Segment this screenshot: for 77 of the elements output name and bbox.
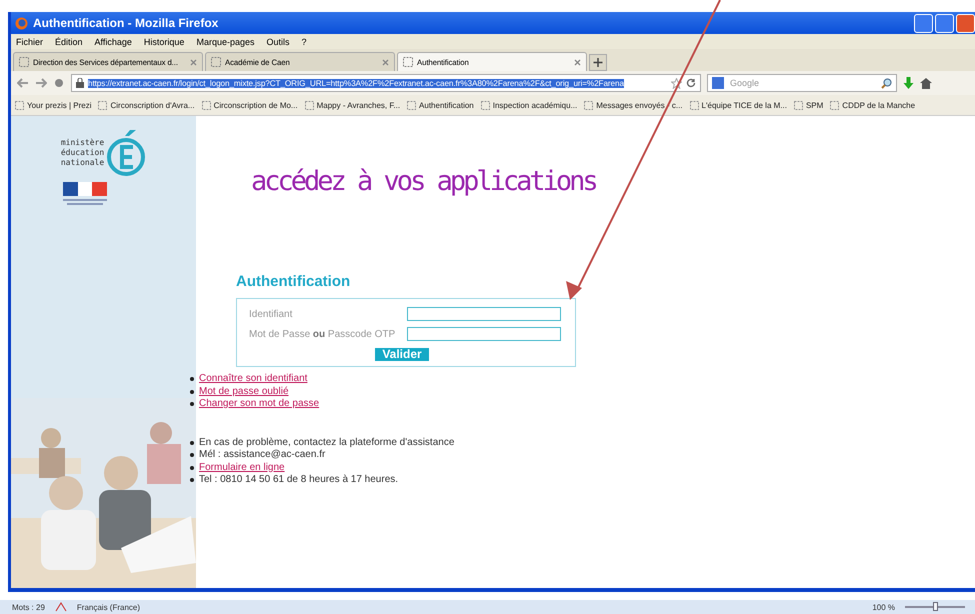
menu-item[interactable]: Fichier	[16, 36, 44, 46]
page-icon	[403, 57, 413, 67]
help-text: Mél : assistance@ac-caen.fr	[199, 449, 326, 462]
close-button[interactable]	[956, 14, 975, 32]
menu-item[interactable]: Historique	[144, 36, 184, 46]
bullet-icon	[190, 440, 194, 445]
bookmark-icon	[407, 100, 416, 110]
language-label[interactable]: Français (France)	[76, 602, 140, 612]
input-field[interactable]	[407, 307, 561, 321]
bookmark-item[interactable]: Circonscription d'Avra...	[98, 100, 195, 110]
spellcheck-icon[interactable]	[54, 602, 67, 612]
link[interactable]: Changer son mot de passe	[199, 398, 320, 410]
logo-e-icon	[106, 130, 146, 176]
page-icon	[19, 57, 29, 67]
bookmark-item[interactable]: L'équipe TICE de la M...	[690, 100, 787, 110]
close-tab-icon[interactable]	[574, 58, 581, 66]
bullet-icon	[190, 390, 194, 394]
search-field[interactable]: Google	[707, 74, 897, 92]
bookmark-icon	[584, 100, 594, 110]
menu-item[interactable]: Outils	[266, 36, 290, 46]
address-field[interactable]: https://extranet.ac-caen.fr/login/ct_logon_mixte.jsp?CT_ORIG_URL=http%3A%2F%2Fextranet.ac-caen.fr%3A80%2Farena%2F&ct_orig_uri=%2Farena	[71, 74, 701, 92]
reload-icon[interactable]	[686, 78, 696, 88]
bookmark-item[interactable]: CDDP de la Manche	[830, 100, 916, 110]
bullet-icon	[190, 402, 194, 406]
word-count: Mots : 29	[12, 602, 45, 612]
home-icon[interactable]	[920, 78, 932, 88]
help-text: En cas de problème, contactez la plateforme d'assistance	[199, 436, 454, 449]
headline: accédez à vos applications	[251, 166, 597, 197]
menu-item[interactable]: Affichage	[94, 36, 132, 46]
new-tab-icon[interactable]	[589, 54, 607, 71]
close-tab-icon[interactable]	[382, 58, 389, 66]
zoom-slider-thumb[interactable]	[933, 602, 938, 611]
bookmark-item[interactable]: Circonscription de Mo...	[202, 100, 298, 110]
help-text: Tel : 0810 14 50 61 de 8 heures à 17 heures.	[199, 474, 398, 486]
bullet-icon	[190, 466, 194, 470]
form-title: Authentification	[236, 273, 352, 290]
back-icon[interactable]	[17, 78, 29, 88]
field-label: Identifiant	[249, 308, 294, 320]
bookmark-item[interactable]: SPM	[794, 100, 824, 110]
bullet-icon	[190, 377, 194, 382]
link[interactable]: Formulaire en ligne	[199, 462, 285, 474]
bookmark-icon	[690, 100, 699, 110]
input-field[interactable]	[407, 327, 561, 341]
menu-item[interactable]: ?	[302, 36, 307, 46]
bookmark-icon	[98, 100, 108, 110]
menu-item[interactable]: Marque-pages	[196, 36, 254, 46]
flag-logo-icon	[63, 182, 107, 206]
page-icon	[211, 57, 221, 67]
bookmark-icon	[830, 100, 840, 110]
bookmark-icon	[794, 100, 803, 110]
maximize-button[interactable]	[935, 14, 954, 32]
link[interactable]: Connaître son identifiant	[199, 373, 308, 386]
bookmark-icon	[15, 100, 24, 110]
close-tab-icon[interactable]	[190, 58, 197, 66]
search-icon[interactable]	[881, 78, 892, 88]
menu-item[interactable]: Édition	[55, 36, 83, 46]
field-label: Mot de Passe ou Passcode OTP	[249, 328, 396, 340]
forward-icon[interactable]	[35, 78, 47, 88]
bookmark-item[interactable]: Authentification	[407, 100, 474, 110]
bullet-icon	[190, 478, 194, 482]
bookmark-icon	[480, 100, 490, 110]
download-icon[interactable]	[903, 77, 914, 89]
bookmark-item[interactable]: Inspection académiqu...	[480, 100, 578, 110]
link[interactable]: Mot de passe oublié	[199, 386, 289, 398]
minimize-button[interactable]	[914, 14, 933, 32]
star-icon[interactable]	[671, 78, 682, 88]
bullet-icon	[190, 453, 194, 458]
zoom-level: 100 %	[872, 602, 895, 612]
bookmark-icon	[304, 100, 314, 110]
browser-logo-icon	[15, 16, 28, 30]
bookmark-icon	[202, 100, 211, 110]
lock-icon	[76, 78, 84, 88]
bookmark-item[interactable]: Mappy - Avranches, F...	[304, 100, 400, 110]
logo-text: ministère éducation nationale	[60, 138, 104, 168]
bookmark-item[interactable]: Your prezis | Prezi	[15, 100, 92, 110]
bookmark-item[interactable]: Messages envoyés - c...	[584, 100, 683, 110]
window-title: Authentification - Mozilla Firefox	[33, 16, 220, 30]
